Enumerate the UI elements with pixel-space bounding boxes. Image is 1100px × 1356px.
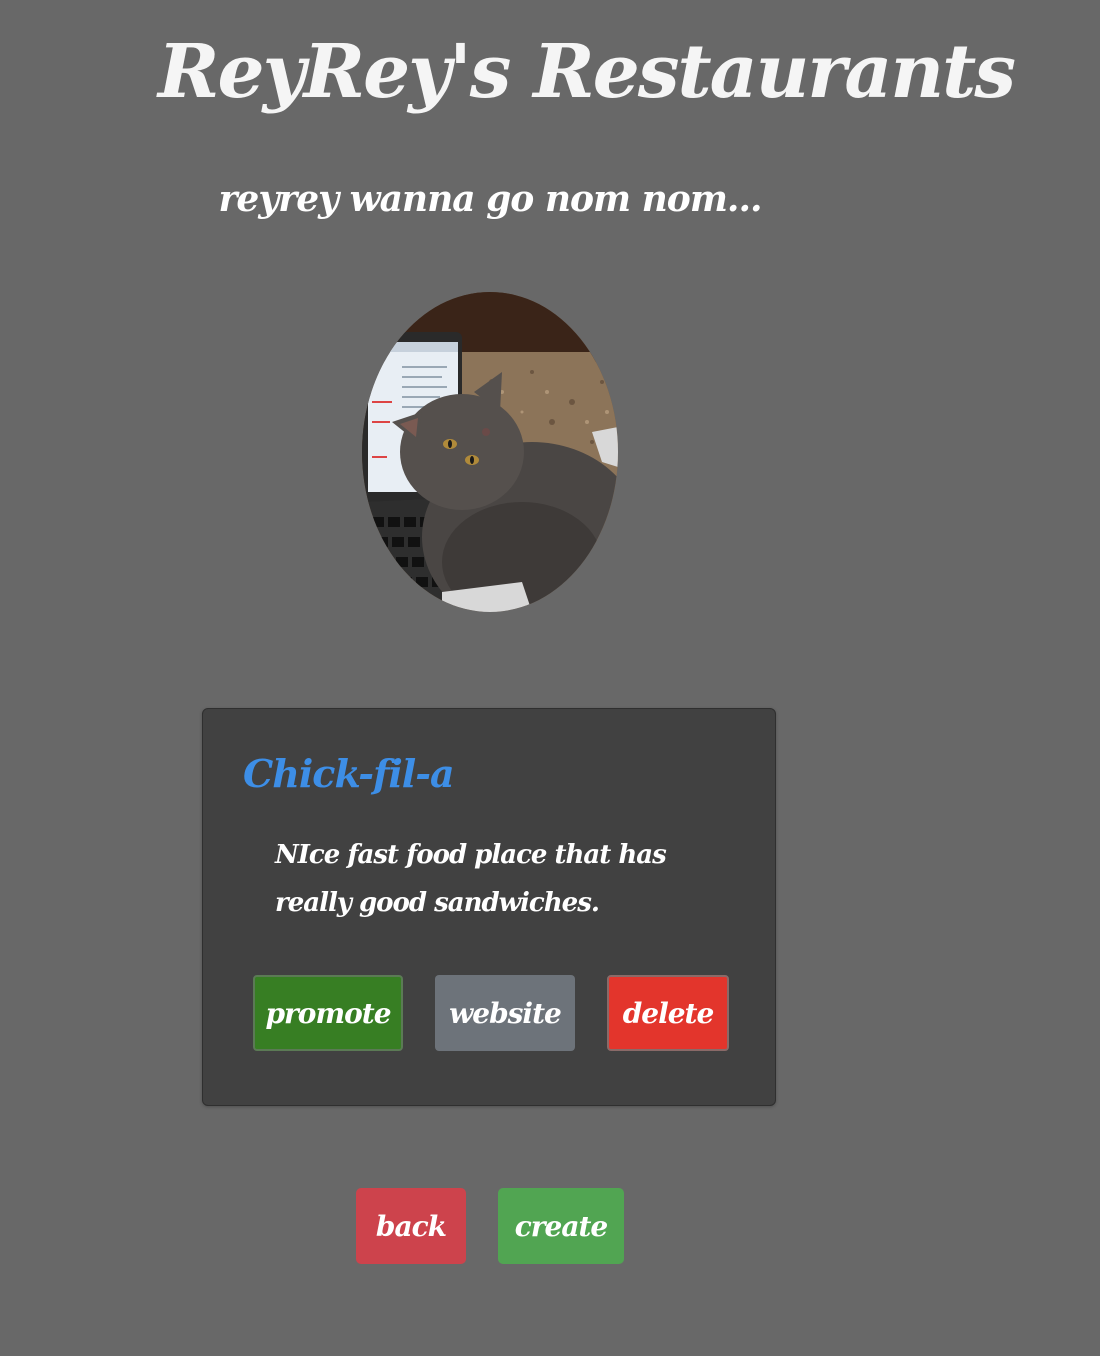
avatar — [362, 292, 618, 612]
delete-button[interactable]: delete — [607, 975, 729, 1051]
site-title: ReyRey's Restaurants — [158, 29, 1016, 115]
website-button[interactable]: website — [435, 975, 575, 1051]
create-button[interactable]: create — [498, 1188, 624, 1264]
tagline: reyrey wanna go nom nom... — [218, 178, 762, 220]
cat-photo-icon — [362, 292, 618, 612]
back-button[interactable]: back — [356, 1188, 466, 1264]
restaurant-card: Chick-fil-a NIce fast food place that ha… — [202, 708, 776, 1106]
restaurant-description: NIce fast food place that has really goo… — [275, 840, 667, 918]
promote-button[interactable]: promote — [253, 975, 403, 1051]
restaurant-name: Chick-fil-a — [243, 751, 455, 796]
